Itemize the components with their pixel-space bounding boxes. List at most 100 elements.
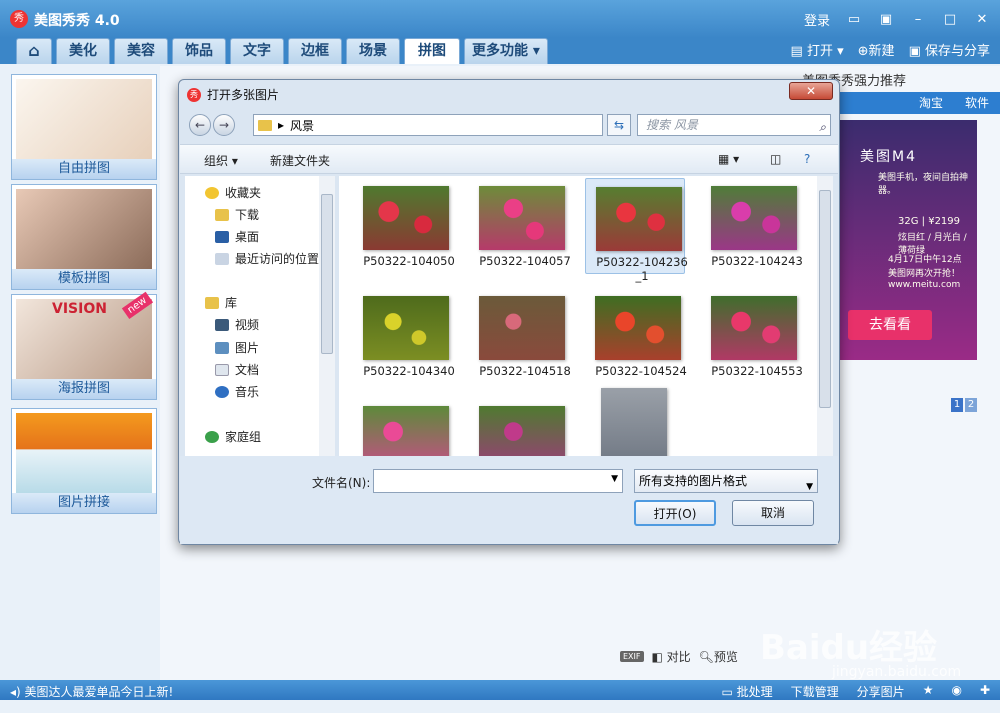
poster-collage-label: 海报拼图 — [12, 379, 156, 399]
file-thumbnail — [363, 186, 449, 250]
chat-icon[interactable]: ▭ — [846, 12, 862, 28]
close-icon[interactable]: ✕ — [974, 12, 990, 28]
search-input[interactable]: 搜索 风景 ⌕ — [637, 114, 831, 136]
filename-dropdown-icon[interactable]: ▼ — [611, 474, 618, 484]
weibo-icon[interactable]: ◉ — [951, 683, 961, 700]
file-type-select[interactable]: 所有支持的图片格式 ▼ — [634, 469, 818, 493]
search-icon[interactable]: ⌕ — [819, 117, 826, 137]
home-tab[interactable]: ⌂ — [16, 38, 52, 64]
share-image-button[interactable]: 分享图片 — [857, 683, 905, 700]
file-item[interactable] — [585, 380, 685, 456]
ad-page-1[interactable]: 1 — [951, 398, 963, 412]
compare-button[interactable]: ◧ 对比 — [652, 648, 691, 665]
status-message[interactable]: ◂) 美图达人最爱单品今日上新! — [10, 683, 173, 700]
free-collage-card[interactable]: 自由拼图 — [11, 74, 157, 180]
login-link[interactable]: 登录 — [804, 10, 830, 29]
preview-button[interactable]: 🔍︎预览 — [699, 648, 738, 665]
vision-text: VISION — [52, 301, 107, 317]
dialog-close-button[interactable]: ✕ — [789, 82, 833, 100]
free-collage-label: 自由拼图 — [12, 159, 156, 179]
new-folder-button[interactable]: 新建文件夹 — [270, 152, 330, 169]
recent-icon — [215, 252, 229, 265]
skin-icon[interactable]: ▣ — [878, 12, 894, 28]
help-icon[interactable]: ? — [804, 152, 810, 166]
nav-music[interactable]: 音乐 — [215, 383, 259, 400]
file-item[interactable] — [353, 398, 453, 456]
open-button[interactable]: 打开(O) — [634, 500, 716, 526]
forward-button[interactable]: → — [213, 114, 235, 136]
tab-border[interactable]: 边框 — [288, 38, 342, 64]
phone-ad-banner[interactable]: 美图M4 美图手机，夜间自拍神器。 32G | ¥2199 炫目红 / 月光白 … — [840, 120, 977, 412]
file-item[interactable]: P50322-104057 — [469, 178, 571, 274]
breadcrumb-path[interactable]: 风景 — [290, 117, 314, 134]
refresh-button[interactable]: ⇆ — [607, 114, 631, 136]
file-thumbnail — [363, 296, 449, 360]
file-item[interactable]: P50322-104050 — [353, 178, 455, 274]
nav-homegroup[interactable]: 家庭组 — [205, 428, 261, 445]
file-item[interactable]: P50322-104553 — [701, 288, 803, 384]
batch-button[interactable]: ▭ 批处理 — [721, 683, 772, 700]
tab-beautify[interactable]: 美化 — [56, 38, 110, 64]
address-box[interactable]: ▸ 风景 — [253, 114, 603, 136]
baidu-watermark: Baidu经验 — [760, 628, 938, 668]
nav-scrollbar[interactable] — [319, 176, 335, 456]
file-item[interactable] — [469, 398, 569, 456]
file-item[interactable]: P50322-104243 — [701, 178, 803, 274]
nav-library[interactable]: 库 — [205, 294, 237, 311]
ad-line-1: 美图手机，夜间自拍神器。 — [878, 173, 969, 196]
organize-menu[interactable]: 组织 ▾ — [204, 152, 238, 169]
file-item-selected[interactable]: P50322-104236 _1 — [585, 178, 688, 283]
ad-page-2[interactable]: 2 — [965, 398, 977, 412]
back-button[interactable]: ← — [189, 114, 211, 136]
tab-beauty[interactable]: 美容 — [114, 38, 168, 64]
tab-taobao[interactable]: 淘宝 — [908, 92, 954, 114]
nav-videos[interactable]: 视频 — [215, 316, 259, 333]
tab-more-features[interactable]: 更多功能 ▾ — [464, 38, 548, 64]
star-icon[interactable]: ★ — [923, 683, 934, 700]
file-scrollbar[interactable] — [817, 176, 833, 456]
app-logo-icon: 秀 — [10, 10, 28, 28]
file-item[interactable]: P50322-104518 — [469, 288, 571, 384]
poster-collage-thumbnail: VISION new — [16, 291, 154, 379]
save-share-button[interactable]: ▣ 保存与分享 — [909, 40, 990, 59]
download-manager-button[interactable]: 下载管理 — [791, 683, 839, 700]
image-stitch-card[interactable]: 图片拼接 — [11, 408, 157, 514]
template-collage-thumbnail — [16, 189, 152, 269]
tab-accessories[interactable]: 饰品 — [172, 38, 226, 64]
tab-text[interactable]: 文字 — [230, 38, 284, 64]
minimize-icon[interactable]: – — [910, 12, 926, 28]
tab-scene[interactable]: 场景 — [346, 38, 400, 64]
folder-open-icon: ▤ — [790, 44, 807, 59]
tab-software[interactable]: 软件 — [954, 92, 1000, 114]
recommend-panel: 美图秀秀强力推荐 淘宝 软件 美图M4 美图手机，夜间自拍神器。 32G | ¥… — [802, 66, 1000, 681]
exif-badge[interactable]: EXIF — [620, 651, 644, 662]
maximize-icon[interactable]: □ — [942, 12, 958, 28]
template-collage-card[interactable]: 模板拼图 — [11, 184, 157, 290]
nav-scroll-thumb[interactable] — [321, 194, 333, 354]
ad-line-2: 32G | ¥2199 — [898, 216, 961, 227]
file-item[interactable]: P50322-104524 — [585, 288, 687, 384]
nav-downloads[interactable]: 下载 — [215, 206, 259, 223]
view-menu-icon[interactable]: ▦ ▾ — [718, 152, 739, 166]
file-scroll-thumb[interactable] — [819, 190, 831, 408]
navigation-pane: 收藏夹 下载 桌面 最近访问的位置 库 视频 图片 文档 音乐 家庭组 — [185, 176, 335, 456]
new-button[interactable]: ⊕新建 — [858, 40, 895, 59]
ad-pager: 1 2 — [951, 398, 977, 412]
ad-go-button[interactable]: 去看看 — [848, 310, 932, 340]
open-button[interactable]: ▤ 打开 ▾ — [791, 40, 844, 59]
nav-desktop[interactable]: 桌面 — [215, 228, 259, 245]
cancel-button[interactable]: 取消 — [732, 500, 814, 526]
nav-pictures[interactable]: 图片 — [215, 339, 259, 356]
batch-icon: ▭ — [721, 685, 737, 699]
filename-input[interactable]: ▼ — [373, 469, 623, 493]
poster-collage-card[interactable]: VISION new 海报拼图 — [11, 291, 157, 400]
tab-collage[interactable]: 拼图 — [404, 38, 460, 64]
nav-recent[interactable]: 最近访问的位置 — [215, 250, 319, 267]
nav-favorites[interactable]: 收藏夹 — [205, 184, 261, 201]
compare-icon: ◧ — [651, 650, 667, 664]
file-list: P50322-104050 P50322-104057 P50322-10423… — [339, 176, 817, 456]
file-item[interactable]: P50322-104340 — [353, 288, 455, 384]
preview-pane-icon[interactable]: ◫ — [770, 152, 781, 166]
nav-documents[interactable]: 文档 — [215, 361, 259, 378]
add-share-icon[interactable]: ✚ — [980, 683, 990, 700]
